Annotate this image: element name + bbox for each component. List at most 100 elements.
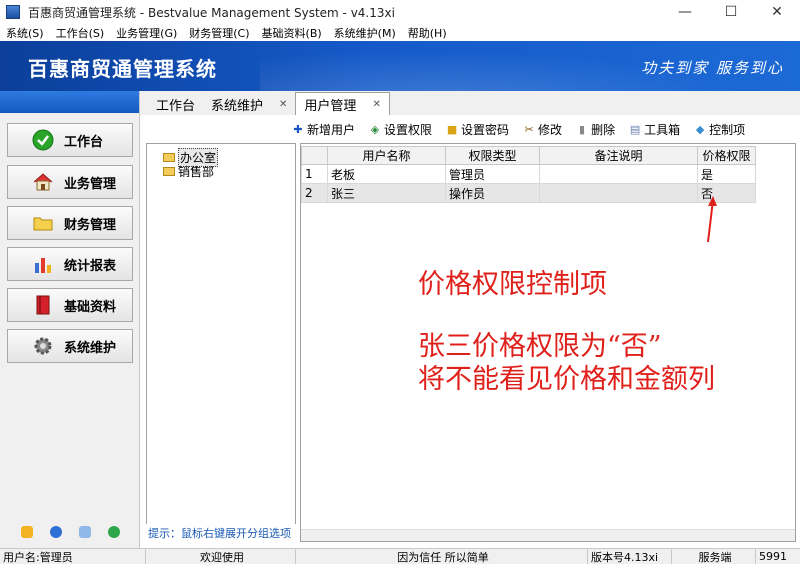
key-icon[interactable] [20,526,33,538]
nav-label: 工作台 [64,134,104,150]
menu-business[interactable]: 业务管理(G) [110,25,183,41]
nav-label: 财务管理 [64,217,117,233]
horizontal-scrollbar[interactable] [301,529,795,541]
left-nav: 工作台 业务管理 财务管理 统计报表 基础资料 系统维护 [0,91,140,548]
menu-maintenance[interactable]: 系统维护(M) [328,25,402,41]
status-extra: 5991 [759,550,787,563]
maximize-button[interactable]: ☐ [708,0,754,24]
nav-label: 基础资料 [64,299,117,315]
table-row[interactable]: 2 张三 操作员 否 [301,183,756,203]
department-tree: 办公室 销售部 [146,143,296,542]
close-icon[interactable]: ✕ [279,99,287,110]
annotation-arrow [707,196,717,243]
set-permission-button[interactable]: ◈ 设置权限 [369,121,432,138]
hint-text: 提示：鼠标右键展开分组选项 [146,524,296,542]
tab-workbench[interactable]: 工作台 [148,93,203,115]
left-nav-header [0,91,139,113]
control-icon: ◆ [695,122,705,136]
status-welcome: 欢迎使用 [146,548,296,564]
exit-icon[interactable] [107,526,120,538]
status-version: 版本号4.13xi [588,548,672,564]
nav-maintenance-button[interactable]: 系统维护 [7,329,133,363]
nav-shortcut-bar [0,526,140,538]
tree-item-sales[interactable]: 销售部 [163,163,214,180]
menu-system[interactable]: 系统(S) [0,25,50,41]
nav-reports-button[interactable]: 统计报表 [7,247,133,281]
tab-user-management[interactable]: 用户管理 ✕ [295,92,390,115]
column-header-remarks[interactable]: 备注说明 [539,146,698,165]
menu-basic-data[interactable]: 基础资料(B) [256,25,328,41]
database-icon: ▤ [629,122,641,136]
annotation-line-2: 将不能看见价格和金额列 [418,364,715,395]
permission-icon: ◈ [370,122,380,136]
status-motto: 因为信任 所以简单 [296,548,588,564]
trash-icon: ▮ [579,122,586,136]
lock-icon: ■ [446,122,458,136]
window-controls: — ☐ ✕ [662,0,800,24]
cell-username: 张三 [327,183,446,203]
nav-label: 统计报表 [64,258,117,274]
column-header-price-permission[interactable]: 价格权限 [697,146,756,165]
toolbar: ✚ 新增用户 ◈ 设置权限 ■ 设置密码 ✂ 修改 ▮ 删除 ▤ 工具箱 ◆ 控… [140,115,800,143]
set-password-button[interactable]: ■ 设置密码 [446,121,509,138]
folder-icon [163,167,175,176]
bar-chart-icon [32,253,54,275]
status-user: 用户名:管理员 [0,548,146,564]
tab-label: 用户管理 [304,98,357,114]
toolbox-button[interactable]: ▤ 工具箱 [629,121,680,138]
status-mode: 服务端 [672,548,756,564]
tab-strip: 工作台 系统维护 ✕ 用户管理 ✕ [140,91,800,115]
cell-permission-type: 管理员 [445,164,540,184]
clock-icon[interactable] [49,526,62,538]
banner-title: 百惠商贸通管理系统 [28,57,217,81]
annotation-heading: 价格权限控制项 [418,269,607,300]
menu-help[interactable]: 帮助(H) [402,25,453,41]
table-header-row: 用户名称 权限类型 备注说明 价格权限 [301,146,756,165]
user-table: 用户名称 权限类型 备注说明 价格权限 1 老板 管理员 是 2 张三 操作员 … [301,146,756,203]
cell-price-permission: 是 [697,164,756,184]
column-header-index [301,146,328,165]
cell-index: 2 [301,183,328,203]
app-icon [6,5,20,19]
nav-finance-button[interactable]: 财务管理 [7,206,133,240]
tab-label: 工作台 [156,98,196,114]
nav-basic-data-button[interactable]: 基础资料 [7,288,133,322]
menu-bar: 系统(S) 工作台(S) 业务管理(G) 财务管理(C) 基础资料(B) 系统维… [0,24,800,41]
close-button[interactable]: ✕ [754,0,800,24]
nav-label: 业务管理 [64,176,117,192]
tools-icon: ✂ [524,122,534,136]
nav-business-button[interactable]: 业务管理 [7,165,133,199]
cell-remarks [539,183,698,203]
nav-workbench-button[interactable]: 工作台 [7,123,133,157]
cell-permission-type: 操作员 [445,183,540,203]
gear-icon [32,335,54,357]
house-icon [32,171,54,193]
column-header-permission-type[interactable]: 权限类型 [445,146,540,165]
menu-finance[interactable]: 财务管理(C) [183,25,255,41]
add-user-button[interactable]: ✚ 新增用户 [292,121,355,138]
control-items-button[interactable]: ◆ 控制项 [694,121,745,138]
plus-icon: ✚ [293,122,303,136]
folder-icon [32,212,54,234]
minimize-button[interactable]: — [662,0,708,24]
menu-workbench[interactable]: 工作台(S) [50,25,111,41]
tab-label: 系统维护 [211,98,264,114]
check-icon [32,129,54,151]
cell-index: 1 [301,164,328,184]
edit-button[interactable]: ✂ 修改 [523,121,562,138]
nav-label: 系统维护 [64,340,117,356]
delete-button[interactable]: ▮ 删除 [576,121,615,138]
cell-username: 老板 [327,164,446,184]
book-icon [32,294,54,316]
search-icon[interactable] [78,526,91,538]
status-bar: 用户名:管理员 欢迎使用 因为信任 所以简单 版本号4.13xi 服务端 599… [0,548,800,564]
title-bar: 百惠商贸通管理系统 - Bestvalue Management System … [0,0,800,24]
column-header-username[interactable]: 用户名称 [327,146,446,165]
close-icon[interactable]: ✕ [372,99,380,110]
table-row[interactable]: 1 老板 管理员 是 [301,164,756,184]
banner-slogan: 功夫到家 服务到心 [641,59,784,77]
cell-remarks [539,164,698,184]
window-title: 百惠商贸通管理系统 - Bestvalue Management System … [28,5,395,20]
folder-icon [163,153,175,162]
tab-maintenance[interactable]: 系统维护 ✕ [203,93,295,115]
